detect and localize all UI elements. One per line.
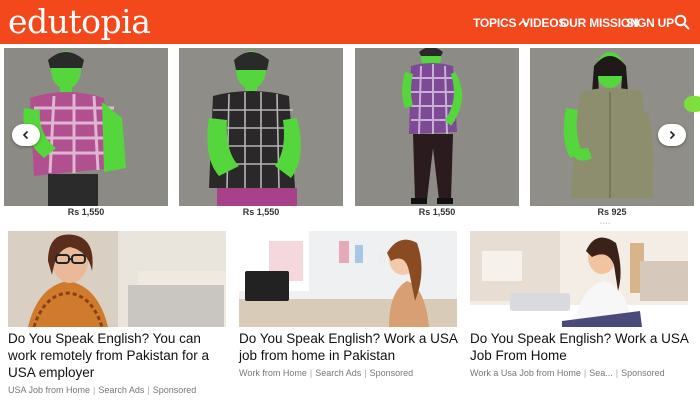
nav-topics[interactable]: TOPICS [473, 16, 528, 30]
ad-meta: Work from Home | Search Ads | Sponsored [239, 368, 414, 378]
ad-source[interactable]: Work a Usa Job from Home [470, 368, 581, 378]
site-header: edutopia TOPICS VIDEOS OUR MISSION SIGN … [0, 0, 700, 44]
product-carousel: Rs 1,550 Rs 1,550 Rs 1,550 Rs 925 •••• [0, 44, 700, 227]
ad-title[interactable]: Do You Speak English? You can work remot… [8, 330, 230, 381]
product-price: Rs 925 [597, 207, 627, 217]
carousel-next-button[interactable] [658, 124, 686, 146]
nav-topics-label: TOPICS [473, 16, 517, 30]
product-price: Rs 1,550 [67, 207, 105, 217]
product-card[interactable] [355, 48, 519, 206]
sponsored-ad[interactable]: Do You Speak English? You can work remot… [8, 231, 230, 395]
carousel-prev-button[interactable] [12, 124, 40, 146]
page: edutopia TOPICS VIDEOS OUR MISSION SIGN … [0, 0, 700, 400]
nav-sign-up[interactable]: SIGN UP [626, 16, 674, 30]
ad-provider[interactable]: Search Ads [315, 368, 361, 378]
ad-provider[interactable]: Sea... [589, 368, 613, 378]
chevron-left-icon [22, 130, 29, 140]
overlay-handle[interactable] [684, 96, 700, 112]
ad-source[interactable]: USA Job from Home [8, 385, 90, 395]
ad-image [8, 231, 226, 327]
product-card[interactable] [179, 48, 343, 206]
ad-provider[interactable]: Search Ads [98, 385, 144, 395]
edutopia-logo[interactable]: edutopia [8, 2, 151, 42]
sponsored-ad[interactable]: Do You Speak English? Work a USA job fro… [239, 231, 461, 378]
ad-meta: USA Job from Home | Search Ads | Sponsored [8, 385, 197, 395]
carousel-dots: •••• [600, 221, 612, 227]
ad-title[interactable]: Do You Speak English? Work a USA job fro… [239, 330, 461, 364]
product-image [179, 48, 343, 206]
product-price: Rs 1,550 [418, 207, 456, 217]
ad-meta: Work a Usa Job from Home | Sea... | Sponsore… [470, 368, 665, 378]
sponsored-ad[interactable]: Do You Speak English? Work a USA Job Fro… [470, 231, 692, 378]
ad-title[interactable]: Do You Speak English? Work a USA Job Fro… [470, 330, 692, 364]
sponsored-label: Sponsored [152, 385, 197, 395]
ad-source[interactable]: Work from Home [239, 368, 307, 378]
ad-image [239, 231, 457, 327]
product-price: Rs 1,550 [242, 207, 280, 217]
search-icon[interactable] [674, 14, 690, 30]
sponsored-label: Sponsored [621, 368, 665, 378]
product-image [355, 48, 519, 206]
sponsored-label: Sponsored [369, 368, 414, 378]
chevron-right-icon [669, 130, 676, 140]
ad-image [470, 231, 688, 327]
